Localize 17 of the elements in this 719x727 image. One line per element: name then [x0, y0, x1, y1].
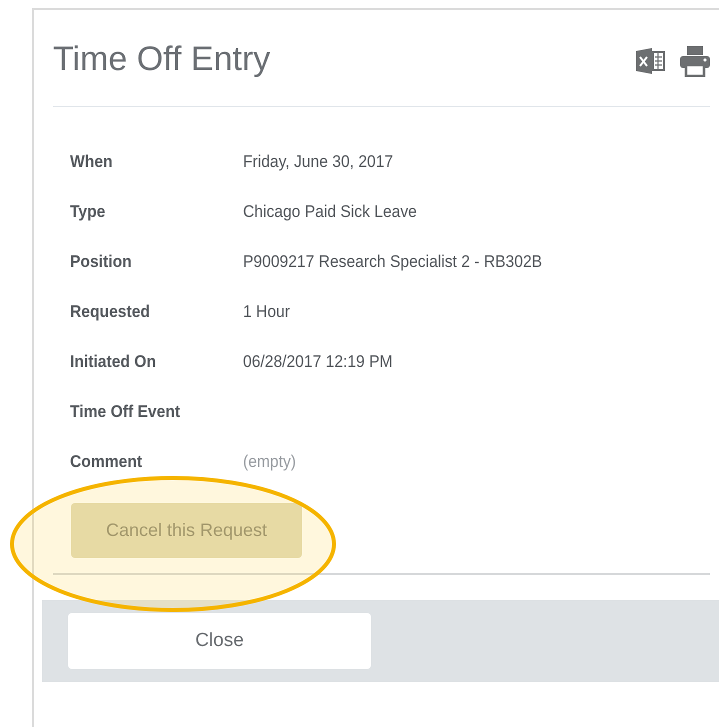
field-value: Chicago Paid Sick Leave: [243, 202, 417, 222]
field-label: Position: [70, 252, 133, 272]
dialog-title: Time Off Entry: [53, 40, 270, 78]
field-value: 1 Hour: [243, 302, 290, 322]
spreadsheet-icon[interactable]: [636, 48, 666, 74]
field-value: P9009217 Research Specialist 2 - RB302B: [243, 252, 542, 272]
field-label: Type: [70, 202, 106, 222]
field-value: Friday, June 30, 2017: [243, 152, 394, 172]
field-value: 06/28/2017 12:19 PM: [243, 352, 393, 372]
empty-value-note: (empty): [243, 452, 296, 472]
close-button[interactable]: Close: [68, 613, 371, 669]
field-label: Initiated On: [70, 352, 158, 372]
field-label: Time Off Event: [70, 402, 182, 422]
field-label: When: [70, 152, 114, 172]
field-label: Comment: [70, 452, 144, 472]
field-label: Requested: [70, 302, 151, 322]
print-icon[interactable]: [680, 45, 710, 77]
